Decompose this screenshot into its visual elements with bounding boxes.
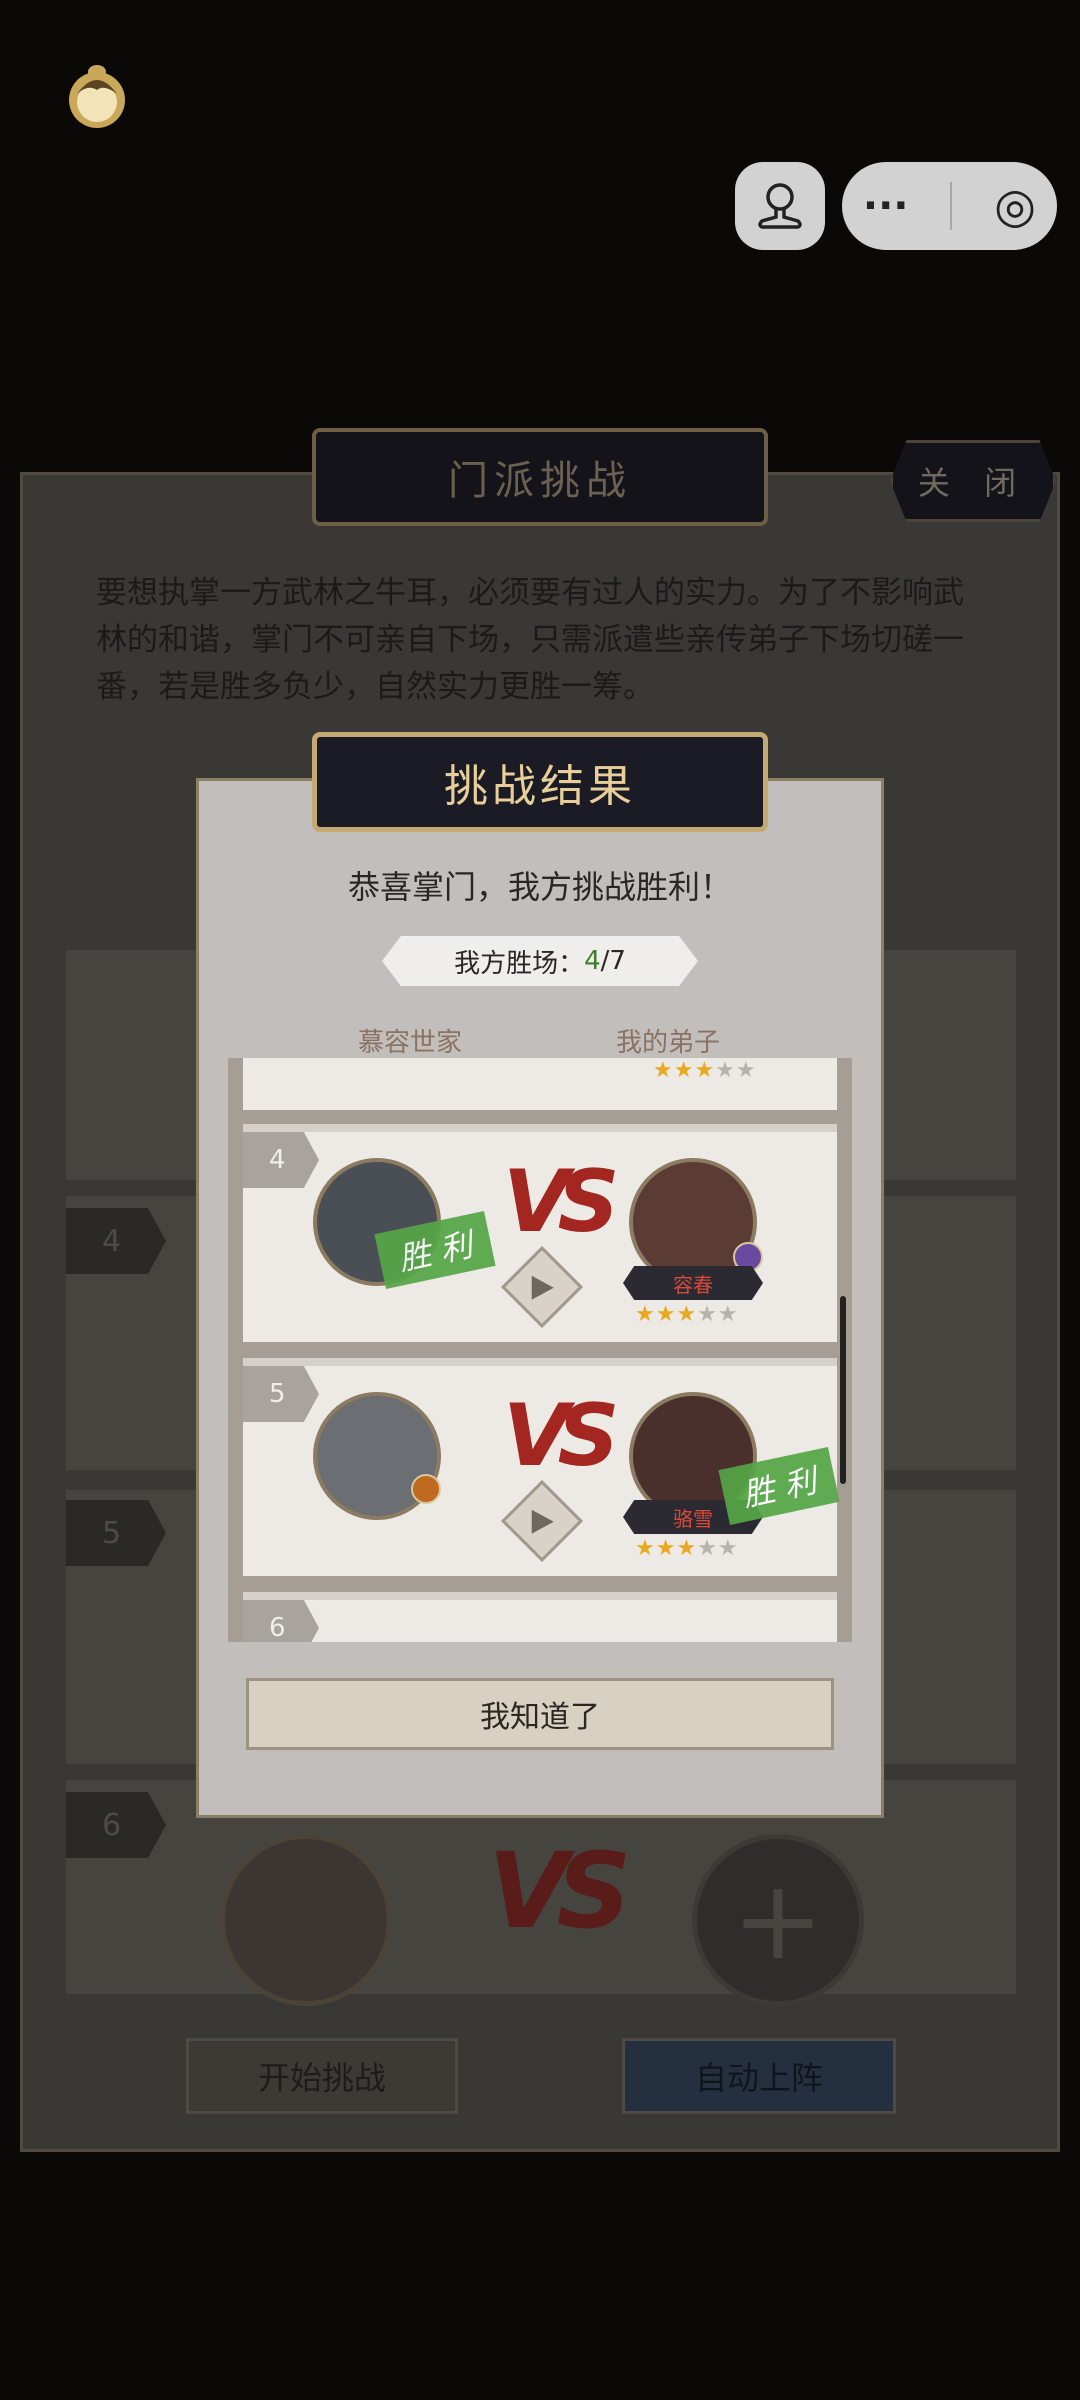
congrats-text: 恭喜掌门，我方挑战胜利！	[347, 868, 732, 906]
replay-button[interactable]	[500, 1245, 584, 1329]
list-scrollbar[interactable]	[840, 1296, 846, 1484]
more-icon[interactable]: ···	[863, 183, 909, 229]
battle-row: 6	[243, 1592, 837, 1642]
close-button[interactable]: 关 闭	[890, 440, 1056, 522]
replay-button[interactable]	[500, 1479, 584, 1563]
modal-title: 挑战结果	[312, 732, 768, 832]
plus-icon: +	[731, 1856, 825, 1984]
slot-number: 4	[66, 1208, 166, 1274]
row-number: 5	[243, 1366, 319, 1422]
star-rating: ★★★★★	[635, 1302, 739, 1327]
joystick-button[interactable]	[735, 162, 825, 250]
battle-list[interactable]: ★★★★★ 4 胜 利 VS 容春 ★★★★★ 5 VS 骆雪 胜 利 ★★★★…	[228, 1058, 852, 1642]
vs-icon: VS	[488, 1830, 631, 1952]
intro-text: 要想执掌一方武林之牛耳，必须要有过人的实力。为了不影响武林的和谐，掌门不可亲自下…	[96, 575, 964, 705]
my-disciples-column-header: 我的弟子	[616, 1028, 721, 1058]
row-number: 4	[243, 1132, 319, 1188]
disciple-name: 容春	[623, 1266, 763, 1300]
user-avatar-icon[interactable]	[64, 60, 130, 132]
class-badge-icon	[411, 1474, 441, 1504]
battle-row: ★★★★★	[243, 1058, 837, 1110]
vs-icon: VS	[503, 1386, 619, 1486]
star-rating: ★★★★★	[635, 1536, 739, 1561]
slot-number: 5	[66, 1500, 166, 1566]
opponent-column-header: 慕容世家	[358, 1028, 463, 1058]
record-icon[interactable]: ◎	[994, 178, 1036, 234]
wins-total: /7	[600, 946, 626, 976]
battle-row: 5 VS 骆雪 胜 利 ★★★★★	[243, 1358, 840, 1576]
acknowledge-button[interactable]: 我知道了	[246, 1678, 834, 1750]
battle-row: 4 胜 利 VS 容春 ★★★★★	[243, 1124, 837, 1342]
panel-title: 门派挑战	[312, 428, 768, 526]
row-number: 6	[243, 1600, 319, 1642]
start-challenge-button[interactable]: 开始挑战	[186, 2038, 458, 2114]
disciple-avatar[interactable]	[220, 1834, 392, 2006]
vs-icon: VS	[503, 1152, 619, 1252]
wins-counter: 我方胜场： 4 /7	[382, 936, 698, 986]
add-disciple-slot[interactable]: +	[692, 1834, 864, 2006]
miniprogram-capsule: ··· ◎	[842, 162, 1057, 250]
joystick-icon	[758, 183, 802, 229]
wins-value: 4	[584, 946, 601, 976]
auto-deploy-button[interactable]: 自动上阵	[622, 2038, 896, 2114]
capsule-divider	[950, 182, 953, 230]
star-rating: ★★★★★	[653, 1058, 757, 1083]
slot-number: 6	[66, 1792, 166, 1858]
wins-label: 我方胜场：	[454, 948, 585, 979]
